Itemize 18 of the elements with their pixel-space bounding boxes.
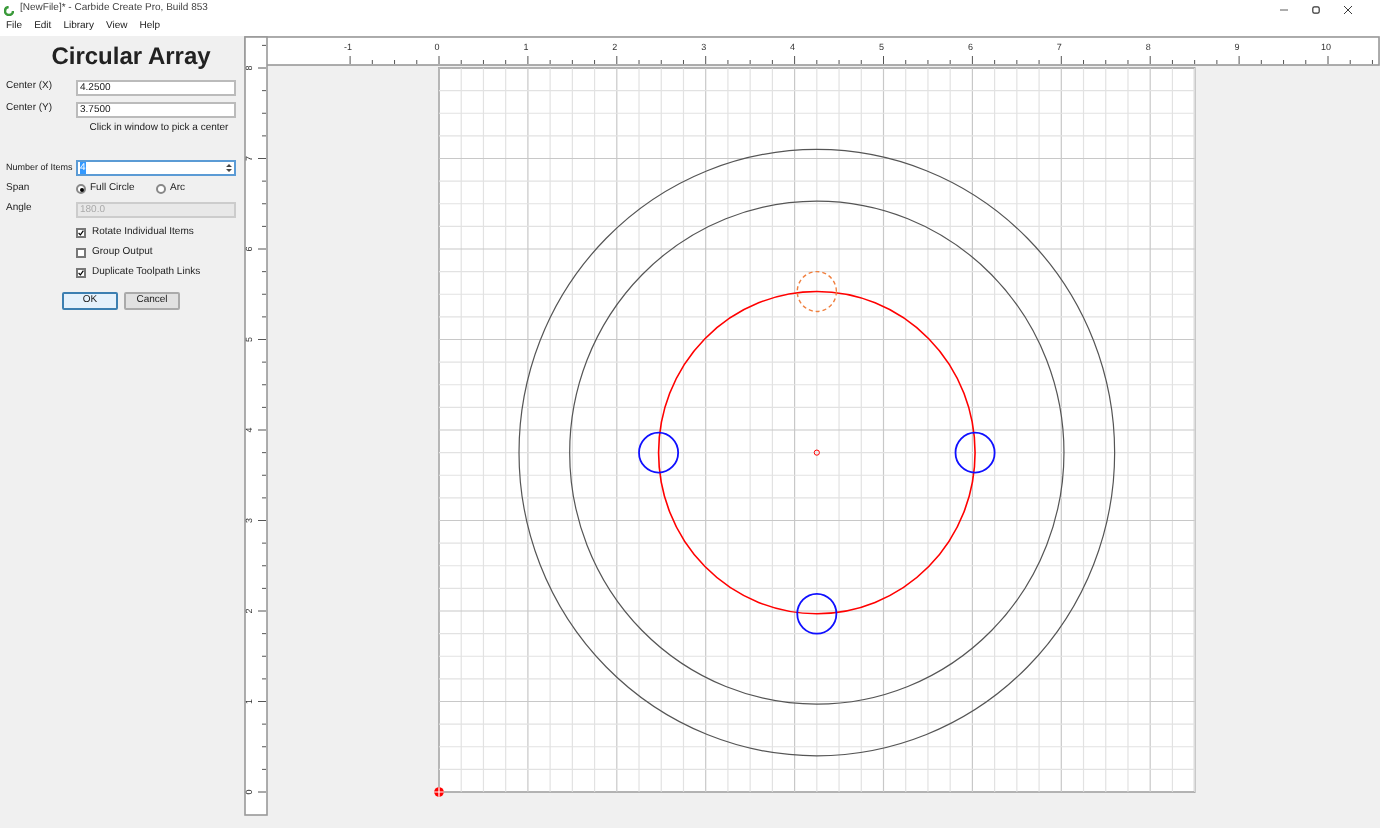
center-marker	[813, 449, 820, 456]
array-copy-circle[interactable]	[638, 431, 680, 474]
checkbox[interactable]	[76, 228, 86, 238]
dialog-title: Circular Array	[49, 42, 213, 70]
checkbox[interactable]	[76, 248, 86, 258]
checkmark-icon	[78, 268, 84, 278]
spinner-icon[interactable]	[226, 162, 232, 174]
radio-button[interactable]	[156, 184, 166, 194]
checkbox[interactable]	[76, 268, 86, 278]
array-copy-circle[interactable]	[954, 431, 996, 474]
array-copy-circle[interactable]	[796, 592, 838, 635]
radio-button[interactable]	[76, 184, 86, 194]
selected-circle[interactable]	[796, 270, 838, 313]
restore-icon[interactable]	[1312, 6, 1320, 14]
app-icon	[4, 5, 14, 15]
checkmark-icon	[78, 228, 84, 238]
close-icon[interactable]	[1344, 6, 1352, 14]
origin-icon	[433, 786, 445, 798]
